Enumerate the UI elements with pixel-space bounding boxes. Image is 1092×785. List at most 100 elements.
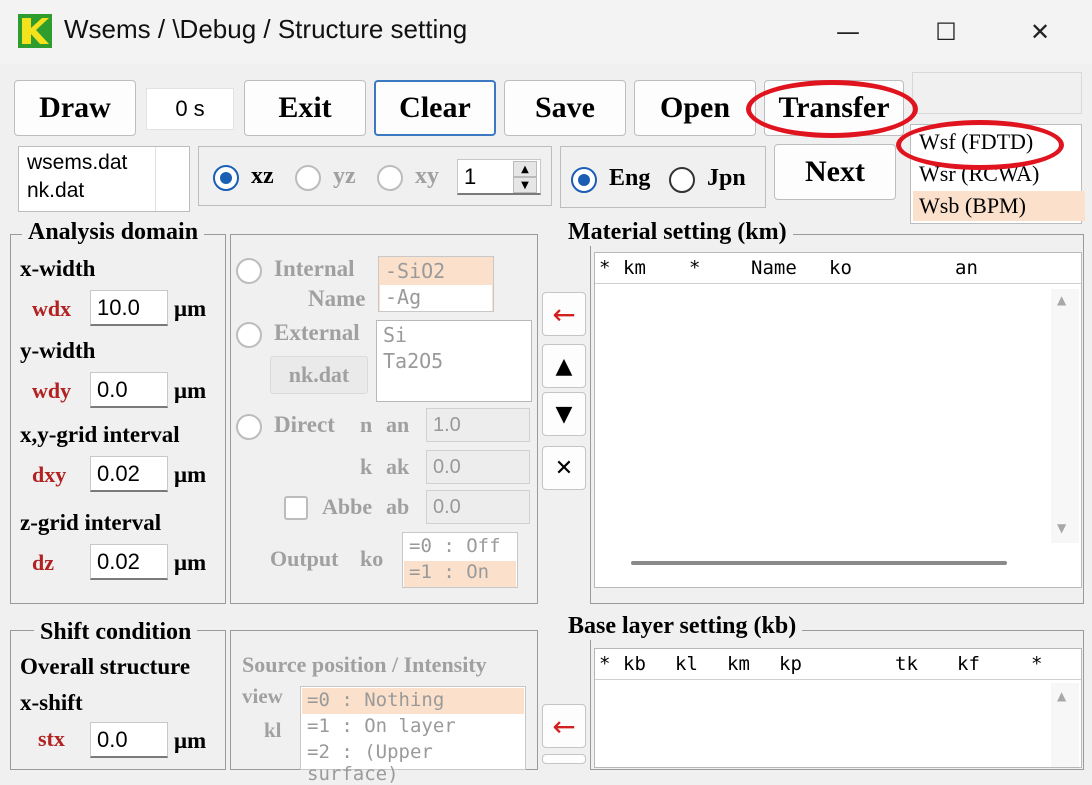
- file-list[interactable]: wsems.dat nk.dat: [18, 146, 190, 212]
- open-button[interactable]: Open: [634, 80, 756, 136]
- stx-input[interactable]: 0.0: [90, 722, 168, 758]
- kl-label: kl: [264, 718, 282, 742]
- radio-yz: [295, 165, 321, 191]
- radio-xz[interactable]: [213, 165, 239, 191]
- move-up-layer-button[interactable]: [542, 754, 586, 764]
- clear-button[interactable]: Clear: [374, 80, 496, 136]
- vertical-scrollbar[interactable]: ▲ ▼: [1051, 289, 1079, 543]
- add-layer-arrow-icon[interactable]: ←: [542, 704, 586, 748]
- radio-internal: [236, 258, 262, 284]
- dxy-label: dxy: [32, 462, 67, 487]
- col-header: *: [689, 257, 701, 279]
- move-up-icon[interactable]: ▲: [542, 344, 586, 388]
- abbe-label: Abbe: [322, 494, 373, 519]
- delete-icon[interactable]: ✕: [542, 446, 586, 490]
- horizontal-scrollbar[interactable]: [631, 561, 1007, 565]
- transfer-highlight-ring: [746, 80, 918, 138]
- output-item: =0 : Off: [409, 535, 501, 557]
- draw-button[interactable]: Draw: [14, 80, 136, 136]
- ko-label: ko: [360, 546, 384, 571]
- col-header: tk: [895, 653, 918, 675]
- col-header: kp: [779, 653, 802, 675]
- wdx-input[interactable]: 10.0: [90, 290, 168, 326]
- col-header: *: [599, 653, 611, 675]
- stepper-up-icon[interactable]: ▲: [513, 161, 537, 177]
- overall-structure-label: Overall structure: [20, 654, 191, 679]
- minimize-button[interactable]: —: [820, 10, 876, 54]
- ab-input: 0.0: [426, 490, 530, 524]
- plane-index-value: 1: [464, 163, 477, 189]
- scroll-up-icon[interactable]: ▲: [1057, 293, 1066, 307]
- col-header: an: [955, 257, 978, 279]
- wdy-input[interactable]: 0.0: [90, 372, 168, 408]
- source-item: =2 : (Upper surface): [307, 741, 433, 785]
- nkdat-button: nk.dat: [270, 356, 368, 394]
- dxy-input[interactable]: 0.02: [90, 456, 168, 492]
- external-list: Si Ta2O5: [376, 320, 532, 402]
- label-yz: yz: [333, 163, 356, 189]
- radio-jpn[interactable]: [669, 167, 695, 193]
- plane-selector: xz yz xy 1 ▲ ▼: [198, 146, 552, 206]
- analysis-domain-title: Analysis domain: [22, 218, 205, 246]
- base-layer-title: Base layer setting (kb): [562, 612, 803, 640]
- radio-xy: [377, 165, 403, 191]
- material-setting-title: Material setting (km): [562, 218, 793, 246]
- status-panel: [912, 72, 1082, 114]
- timer-display: 0 s: [146, 88, 234, 130]
- xwidth-label: x-width: [20, 256, 96, 281]
- close-button[interactable]: ✕: [1012, 10, 1068, 54]
- name-label: Name: [308, 286, 366, 311]
- file-item[interactable]: wsems.dat: [27, 151, 127, 175]
- stepper-down-icon[interactable]: ▼: [513, 177, 537, 193]
- col-header: km: [623, 257, 646, 279]
- an-label: an: [386, 412, 410, 437]
- vertical-scrollbar[interactable]: ▲: [1051, 683, 1079, 767]
- stx-unit: μm: [174, 728, 207, 753]
- save-button[interactable]: Save: [504, 80, 626, 136]
- external-item: Si: [383, 323, 408, 347]
- col-header: *: [599, 257, 611, 279]
- xshift-label: x-shift: [20, 690, 83, 715]
- output-list: =0 : Off =1 : On: [402, 532, 518, 588]
- col-header: kb: [623, 653, 646, 675]
- label-xz: xz: [251, 163, 274, 189]
- label-xy: xy: [415, 163, 439, 189]
- scroll-up-icon[interactable]: ▲: [1057, 689, 1066, 703]
- base-layer-table[interactable]: * kb kl km kp tk kf * ▲: [594, 648, 1082, 768]
- dz-label: dz: [32, 550, 54, 575]
- internal-label: Internal: [274, 256, 355, 281]
- ak-input: 0.0: [426, 450, 530, 484]
- header-divider: [595, 679, 1081, 680]
- direct-label: Direct: [274, 412, 335, 437]
- dz-input[interactable]: 0.02: [90, 544, 168, 580]
- an-input: 1.0: [426, 408, 530, 442]
- exit-button[interactable]: Exit: [244, 80, 366, 136]
- view-label: view: [242, 684, 283, 708]
- k-label: k: [360, 454, 373, 479]
- list-divider: [155, 147, 156, 211]
- file-item[interactable]: nk.dat: [27, 179, 84, 203]
- wdx-label: wdx: [32, 296, 72, 321]
- wdy-label: wdy: [32, 378, 72, 403]
- source-item: =1 : On layer: [307, 715, 456, 737]
- source-item: =0 : Nothing: [307, 689, 445, 711]
- move-down-icon[interactable]: ▼: [542, 392, 586, 436]
- next-button[interactable]: Next: [774, 144, 896, 200]
- output-label: Output: [270, 546, 339, 571]
- dxy-unit: μm: [174, 462, 207, 487]
- window-title: Wsems / \Debug / Structure setting: [64, 14, 468, 44]
- solver-item-selected[interactable]: Wsb (BPM): [913, 191, 1085, 221]
- maximize-button[interactable]: ☐: [918, 10, 974, 54]
- dz-unit: μm: [174, 550, 207, 575]
- zgrid-label: z-grid interval: [20, 510, 162, 535]
- material-table[interactable]: * km * Name ko an ▲ ▼: [594, 252, 1082, 588]
- scroll-down-icon[interactable]: ▼: [1057, 521, 1066, 535]
- add-material-arrow-icon[interactable]: ←: [542, 292, 586, 336]
- radio-eng[interactable]: [571, 167, 597, 193]
- internal-item: -Ag: [385, 285, 422, 309]
- label-eng: Eng: [609, 165, 651, 191]
- label-jpn: Jpn: [707, 165, 746, 191]
- abbe-checkbox: [284, 496, 308, 520]
- app-logo-icon: [18, 14, 52, 48]
- header-divider: [595, 283, 1081, 284]
